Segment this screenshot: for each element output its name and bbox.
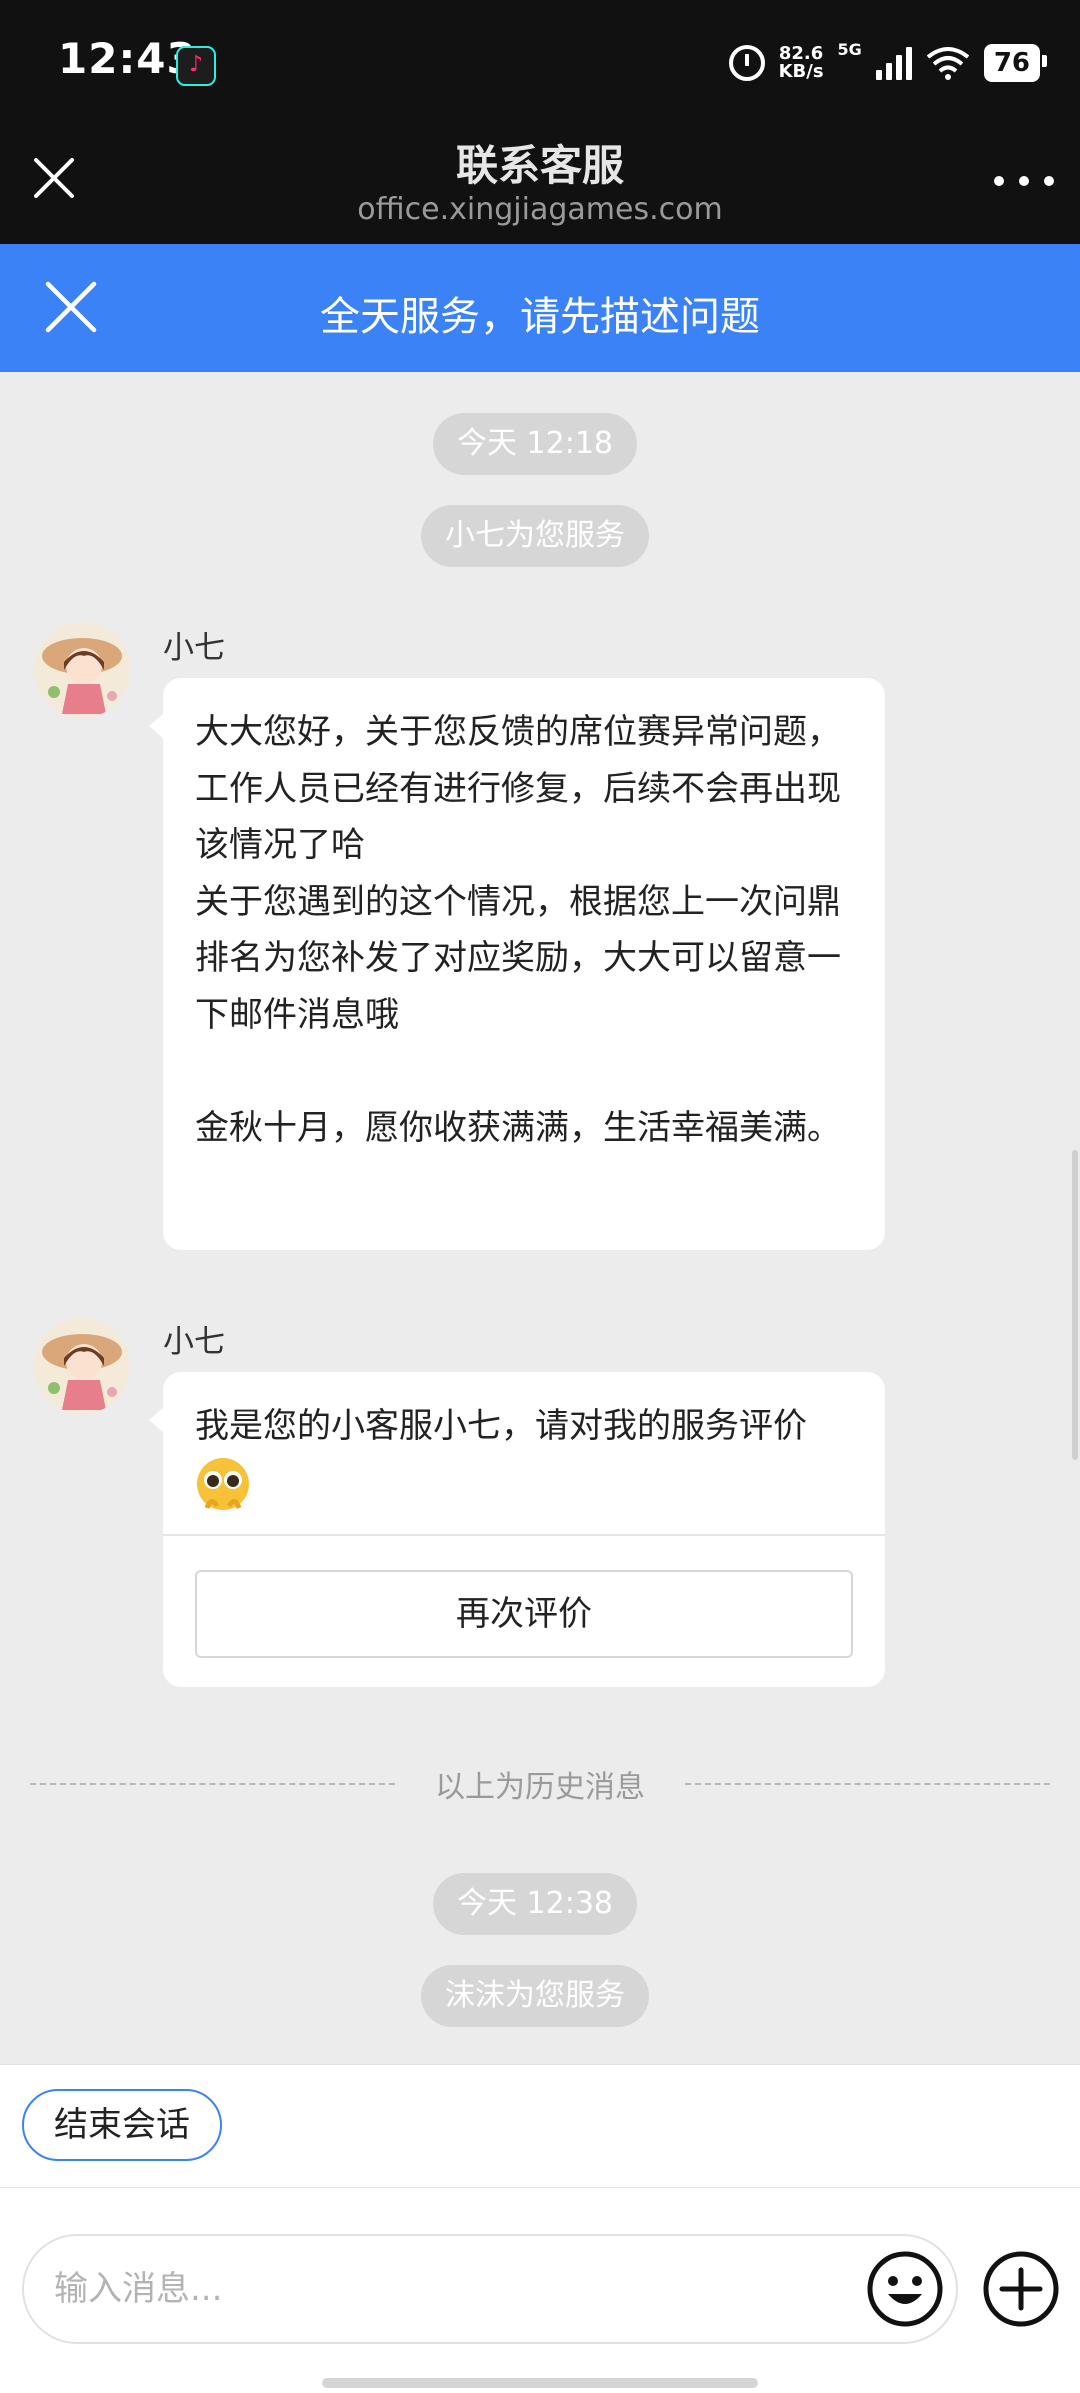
timestamp-pill: 今天 12:38 <box>433 1873 637 1935</box>
message-text: 大大您好，关于您反馈的席位赛异常问题，工作人员已经有进行修复，后续不会再出现该情… <box>195 712 841 1148</box>
emoji-icon[interactable] <box>866 2250 944 2328</box>
timestamp-pill: 今天 12:18 <box>433 413 637 475</box>
more-icon[interactable] <box>994 166 1054 196</box>
network-type: 5G <box>837 39 862 59</box>
history-divider: 以上为历史消息 <box>30 1762 1050 1806</box>
history-divider-text: 以上为历史消息 <box>435 1770 645 1805</box>
banner-text: 全天服务，请先描述问题 <box>320 294 760 340</box>
message-input[interactable]: 输入消息... <box>22 2234 958 2344</box>
input-bar: 输入消息... <box>0 2187 1080 2393</box>
net-speed-unit: KB/s <box>778 61 824 82</box>
status-icons: 82.6 KB/s 5G 76 <box>728 38 1048 88</box>
bubble-divider <box>163 1534 885 1536</box>
signal-icon <box>875 46 912 80</box>
status-bar: 12:43 ♪ 82.6 KB/s 5G 76 <box>0 0 1080 122</box>
rate-again-button[interactable]: 再次评价 <box>195 1570 853 1658</box>
agent-pill: 沫沫为您服务 <box>421 1965 649 2027</box>
message-text-wrap: 我是您的小客服小七，请对我的服务评价 <box>163 1372 885 1534</box>
agent-avatar <box>34 622 130 718</box>
rating-bubble: 我是您的小客服小七，请对我的服务评价 再次评价 <box>149 1372 885 1687</box>
sender-name: 小七 <box>163 1324 225 1360</box>
net-speed: 82.6 KB/s <box>779 45 824 81</box>
sender-name: 小七 <box>163 630 225 666</box>
end-session-button[interactable]: 结束会话 <box>22 2089 222 2161</box>
battery-icon: 76 <box>983 44 1048 82</box>
scrollbar[interactable] <box>1072 1150 1078 1460</box>
app-header: 联系客服 office.xingjiagames.com <box>0 122 1080 244</box>
message-text: 我是您的小客服小七，请对我的服务评价 <box>195 1406 807 1446</box>
page-url: office.xingjiagames.com <box>357 192 723 227</box>
plus-icon[interactable] <box>982 2250 1060 2328</box>
alarm-icon <box>728 45 765 81</box>
page-title: 联系客服 <box>455 141 624 190</box>
tiktok-icon: ♪ <box>176 46 216 86</box>
pleading-emoji-icon <box>197 1458 249 1510</box>
message-bubble: 大大您好，关于您反馈的席位赛异常问题，工作人员已经有进行修复，后续不会再出现该情… <box>149 678 885 1250</box>
quick-action-bar: 结束会话 <box>0 2064 1080 2187</box>
notice-banner: 全天服务，请先描述问题 <box>0 244 1080 372</box>
home-indicator <box>322 2378 758 2388</box>
agent-pill: 小七为您服务 <box>421 505 649 567</box>
wifi-icon <box>926 47 970 80</box>
agent-avatar <box>34 1318 130 1414</box>
